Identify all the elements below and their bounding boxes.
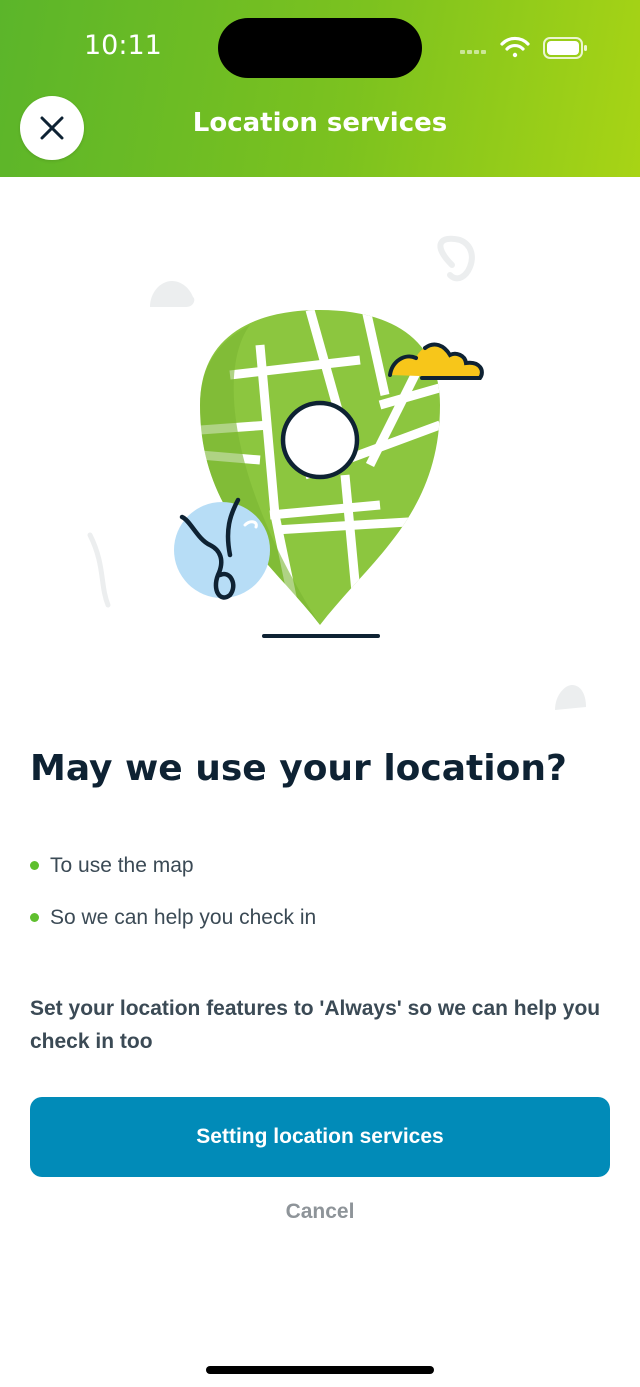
header-bar: 10:11 Location services xyxy=(0,0,640,177)
cloud-shape-left xyxy=(150,281,195,307)
bullet-dot xyxy=(30,861,39,870)
battery-icon xyxy=(543,37,587,59)
squiggle-decoration-left xyxy=(87,532,111,608)
always-note: Set your location features to 'Always' s… xyxy=(30,997,601,1053)
status-icons xyxy=(460,36,587,59)
cloud-shape-right xyxy=(555,685,586,710)
list-item: To use the map xyxy=(30,850,610,902)
home-indicator[interactable] xyxy=(206,1366,434,1374)
squiggle-decoration xyxy=(437,235,475,282)
reason-list: To use the map So we can help you check … xyxy=(30,850,610,954)
cancel-button[interactable]: Cancel xyxy=(0,1200,640,1224)
pin-center-ring xyxy=(280,400,360,480)
primary-button-label: Setting location services xyxy=(196,1125,444,1148)
wifi-icon xyxy=(500,36,530,58)
setting-location-services-button[interactable]: Setting location services xyxy=(30,1097,610,1177)
list-item: So we can help you check in xyxy=(30,902,610,954)
bullet-text: So we can help you check in xyxy=(50,906,317,929)
signal-icon xyxy=(460,50,486,54)
header-title: Location services xyxy=(192,108,448,138)
bullet-text: To use the map xyxy=(50,854,194,877)
page-heading: May we use your location? xyxy=(30,748,567,789)
status-time: 10:11 xyxy=(84,30,162,61)
bullet-dot xyxy=(30,913,39,922)
dynamic-island xyxy=(218,18,422,78)
map-pin-illustration xyxy=(87,235,586,710)
